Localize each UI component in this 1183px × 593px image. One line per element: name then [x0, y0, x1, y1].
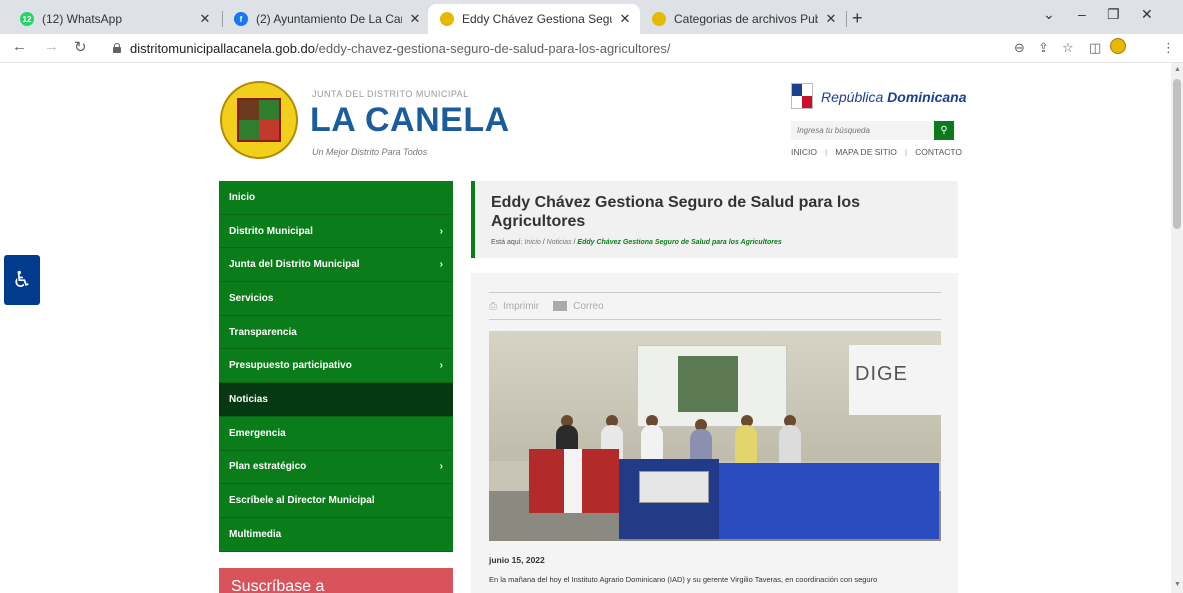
email-link[interactable]: Correo	[573, 301, 604, 312]
page-scrollbar[interactable]: ▲ ▼	[1171, 63, 1183, 593]
close-icon[interactable]: ✕	[618, 11, 632, 27]
browser-tab-bar: 12 (12) WhatsApp ✕ f (2) Ayuntamiento De…	[0, 0, 1183, 34]
chevron-right-icon: ›	[439, 225, 443, 237]
municipal-seal-logo[interactable]	[220, 81, 298, 159]
scroll-down-icon[interactable]: ▼	[1174, 581, 1181, 588]
url-domain: distritomunicipallacanela.gob.do	[130, 40, 316, 56]
tab-separator	[846, 11, 847, 27]
dige-sign: DIGE	[849, 345, 941, 415]
lock-icon	[112, 43, 122, 53]
minimize-icon[interactable]: –	[1078, 6, 1086, 22]
address-bar[interactable]: distritomunicipallacanela.gob.do/eddy-ch…	[112, 37, 1002, 59]
sidebar-item-inicio[interactable]: Inicio	[219, 181, 453, 215]
browser-toolbar: ← → ↻ distritomunicipallacanela.gob.do/e…	[0, 34, 1183, 62]
sidebar-item-escribele[interactable]: Escríbele al Director Municipal	[219, 484, 453, 518]
restore-icon[interactable]: ❐	[1107, 6, 1120, 23]
scroll-up-icon[interactable]: ▲	[1174, 66, 1181, 73]
breadcrumb: Está aquí: Inicio / Noticias / Eddy Cháv…	[491, 239, 782, 246]
chevron-right-icon: ›	[439, 259, 443, 271]
profile-avatar[interactable]	[1110, 38, 1126, 54]
sidebar-item-servicios[interactable]: Servicios	[219, 282, 453, 316]
facebook-icon: f	[234, 12, 248, 26]
new-tab-button[interactable]: +	[852, 8, 863, 29]
share-toolbar: ⎙ Imprimir Correo	[489, 292, 941, 320]
forward-arrow-icon[interactable]: →	[44, 38, 59, 55]
event-banner	[637, 345, 787, 427]
link-inicio[interactable]: INICIO	[791, 147, 817, 157]
article-date: junio 15, 2022	[489, 555, 545, 565]
sidebar-item-distrito-municipal[interactable]: Distrito Municipal ›	[219, 214, 453, 249]
tab-search-icon[interactable]: ⌄	[1043, 6, 1055, 23]
reload-icon[interactable]: ↻	[74, 38, 87, 56]
tab-label: Categorias de archivos Publicacio	[674, 12, 818, 26]
sidebar-item-noticias[interactable]: Noticias	[219, 383, 453, 417]
sidebar-item-multimedia[interactable]: Multimedia	[219, 517, 453, 552]
top-links: INICIO | MAPA DE SITIO | CONTACTO	[791, 147, 963, 157]
tab-label: Eddy Chávez Gestiona Seguro de	[462, 12, 612, 26]
sidebar-item-plan-estrategico[interactable]: Plan estratégico ›	[219, 450, 453, 485]
article-photo[interactable]: DIGE	[489, 331, 941, 541]
tab-facebook[interactable]: f (2) Ayuntamiento De La Canela | ✕	[222, 4, 430, 34]
chevron-right-icon: ›	[439, 360, 443, 372]
sidebar-item-emergencia[interactable]: Emergencia	[219, 416, 453, 451]
bookmark-star-icon[interactable]: ☆	[1062, 40, 1074, 56]
url-path: /eddy-chavez-gestiona-seguro-de-salud-pa…	[315, 40, 671, 56]
search-input[interactable]	[791, 121, 934, 140]
menu-kebab-icon[interactable]: ⋮	[1162, 40, 1175, 56]
site-favicon-icon	[440, 12, 454, 26]
tab-label: (2) Ayuntamiento De La Canela |	[256, 12, 402, 26]
sidebar-item-junta[interactable]: Junta del Distrito Municipal ›	[219, 248, 453, 283]
coat-of-arms-icon	[791, 83, 813, 109]
breadcrumb-noticias[interactable]: Noticias	[547, 239, 572, 246]
close-icon[interactable]: ✕	[824, 11, 838, 27]
tab-categorias[interactable]: Categorias de archivos Publicacio ✕	[640, 4, 846, 34]
tab-whatsapp[interactable]: 12 (12) WhatsApp ✕	[8, 4, 220, 34]
share-icon[interactable]: ⇪	[1038, 40, 1049, 56]
tab-label: (12) WhatsApp	[42, 12, 123, 26]
mail-icon[interactable]	[553, 301, 568, 311]
page-viewport: ♿ JUNTA DEL DISTRITO MUNICIPAL LA CANELA…	[0, 63, 1171, 593]
site-tagline: Un Mejor Distrito Para Todos	[312, 147, 428, 157]
site-subtitle: JUNTA DEL DISTRITO MUNICIPAL	[312, 89, 469, 99]
republica-dominicana-label: República Dominicana	[821, 89, 967, 105]
scrollbar-thumb[interactable]	[1173, 79, 1181, 229]
breadcrumb-current: Eddy Chávez Gestiona Seguro de Salud par…	[577, 239, 782, 246]
search-icon[interactable]: ⚲	[934, 121, 954, 140]
whatsapp-icon: 12	[20, 12, 34, 26]
breadcrumb-inicio[interactable]: Inicio	[524, 239, 540, 246]
chevron-right-icon: ›	[439, 461, 443, 473]
sidebar-item-presupuesto[interactable]: Presupuesto participativo ›	[219, 349, 453, 384]
article-title: Eddy Chávez Gestiona Seguro de Salud par…	[491, 194, 860, 230]
print-link[interactable]: Imprimir	[503, 301, 539, 312]
zoom-icon[interactable]: ⊖	[1014, 40, 1025, 56]
accessibility-icon[interactable]: ♿	[4, 255, 40, 305]
window-close-icon[interactable]: ✕	[1141, 6, 1153, 23]
sidebar-item-transparencia[interactable]: Transparencia	[219, 315, 453, 350]
side-panel-icon[interactable]: ◫	[1089, 40, 1101, 56]
subscribe-box[interactable]: Suscríbase a	[219, 568, 453, 593]
article-header: Eddy Chávez Gestiona Seguro de Salud par…	[471, 181, 958, 258]
link-contacto[interactable]: CONTACTO	[915, 147, 962, 157]
sidebar-nav: Inicio Distrito Municipal › Junta del Dis…	[219, 181, 453, 552]
site-title[interactable]: LA CANELA	[310, 101, 510, 140]
tab-article-active[interactable]: Eddy Chávez Gestiona Seguro de ✕	[428, 4, 640, 34]
article-paragraph: En la mañana del hoy el Instituto Agrari…	[489, 575, 878, 584]
close-icon[interactable]: ✕	[198, 11, 212, 27]
back-arrow-icon[interactable]: ←	[12, 38, 27, 55]
close-icon[interactable]: ✕	[408, 11, 422, 27]
link-mapa-de-sitio[interactable]: MAPA DE SITIO	[835, 147, 897, 157]
site-favicon-icon	[652, 12, 666, 26]
printer-icon[interactable]: ⎙	[489, 301, 497, 312]
